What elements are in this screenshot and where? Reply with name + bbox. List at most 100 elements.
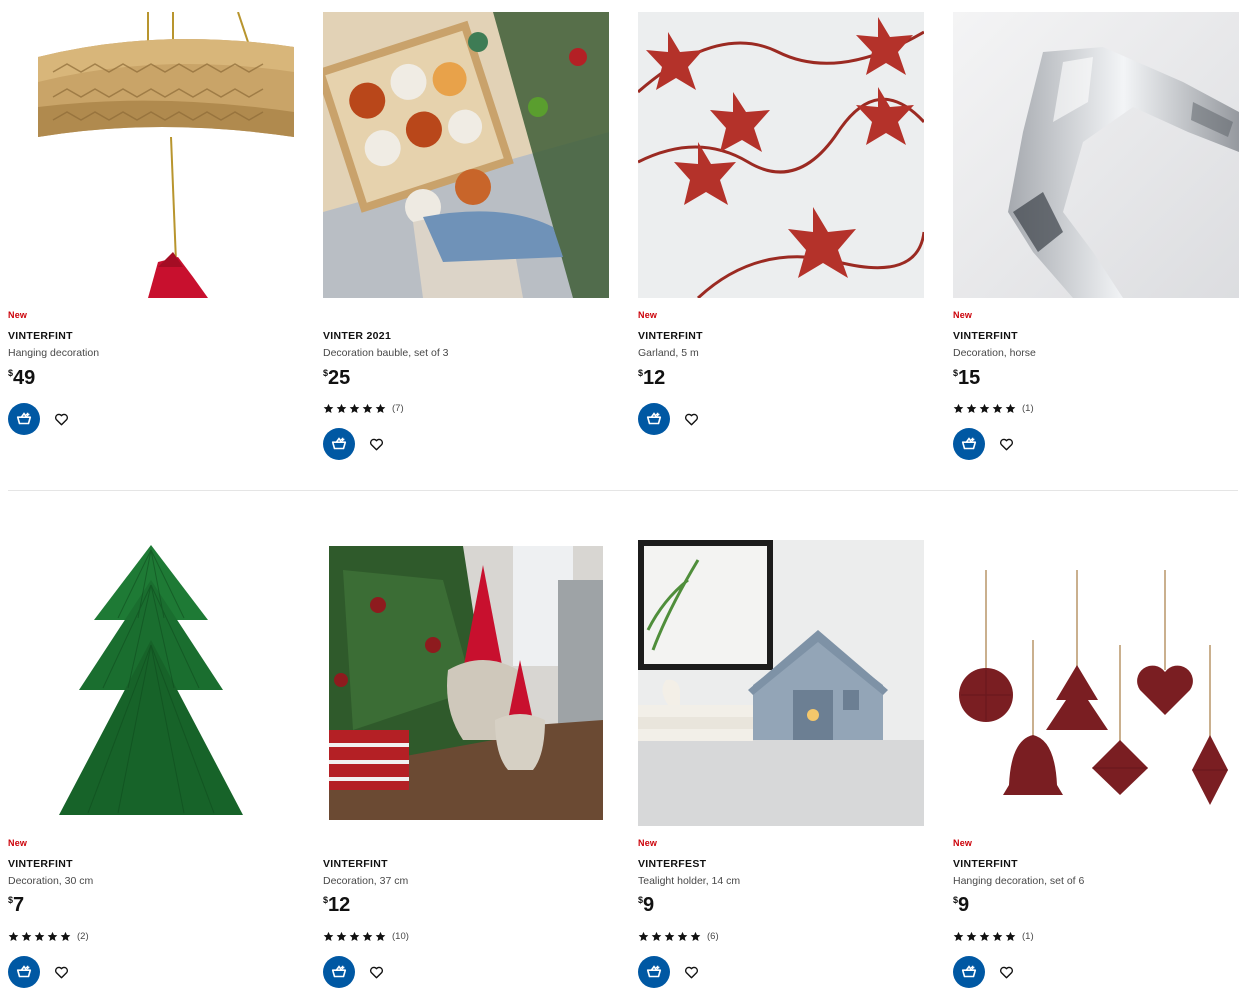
favourite-button[interactable] [682, 963, 700, 981]
favourite-button[interactable] [367, 435, 385, 453]
product-image[interactable] [638, 12, 924, 298]
product-description: Tealight holder, 14 cm [638, 875, 741, 887]
star-garland-image [638, 12, 924, 298]
rating-stars [323, 931, 386, 942]
currency-symbol: $ [638, 895, 644, 905]
product-rating[interactable]: (1) [953, 402, 1034, 414]
price-amount: 7 [13, 894, 25, 916]
product-name[interactable]: VINTERFINT [638, 330, 703, 342]
star-icon [349, 403, 360, 414]
currency-symbol: $ [953, 368, 959, 378]
star-icon [362, 403, 373, 414]
star-icon [953, 931, 964, 942]
honeycomb-ornaments-image [953, 540, 1239, 826]
star-icon [651, 931, 662, 942]
add-to-cart-button[interactable] [953, 428, 985, 460]
price-amount: 25 [328, 367, 351, 389]
product-rating[interactable]: (10) [323, 930, 409, 942]
paper-tree-image [8, 540, 294, 826]
product-card[interactable]: New VINTERFINT Decoration, 30 cm $7 (2) [8, 540, 294, 996]
product-name[interactable]: VINTER 2021 [323, 330, 391, 342]
product-rating[interactable]: (1) [953, 930, 1034, 942]
star-icon [323, 403, 334, 414]
product-name[interactable]: VINTERFEST [638, 858, 706, 870]
product-card[interactable]: New VINTERFINT Hanging decoration, set o… [953, 540, 1239, 996]
product-description: Garland, 5 m [638, 347, 699, 359]
product-image[interactable] [8, 12, 294, 298]
favourite-button[interactable] [367, 963, 385, 981]
star-icon [336, 931, 347, 942]
star-icon [966, 931, 977, 942]
price-amount: 9 [643, 894, 655, 916]
product-price: $49 [8, 368, 35, 388]
product-image[interactable] [953, 540, 1239, 826]
product-card[interactable]: VINTER 2021 Decoration bauble, set of 3 … [323, 12, 609, 472]
heart-icon [684, 413, 698, 425]
add-to-cart-button[interactable] [638, 403, 670, 435]
star-icon [966, 403, 977, 414]
add-to-cart-button[interactable] [323, 428, 355, 460]
favourite-button[interactable] [52, 963, 70, 981]
add-to-cart-button[interactable] [323, 956, 355, 988]
row-divider [8, 490, 1238, 491]
star-icon [34, 931, 45, 942]
star-icon [690, 931, 701, 942]
favourite-button[interactable] [997, 963, 1015, 981]
rating-count: (2) [77, 930, 89, 942]
product-card[interactable]: New VINTERFINT Hanging decoration $49 [8, 12, 294, 452]
product-rating[interactable]: (7) [323, 402, 404, 414]
favourite-button[interactable] [682, 410, 700, 428]
product-image[interactable] [323, 540, 609, 826]
add-to-cart-button[interactable] [638, 956, 670, 988]
rating-stars [8, 931, 71, 942]
product-name[interactable]: VINTERFINT [323, 858, 388, 870]
product-card[interactable]: New VINTERFINT Garland, 5 m $12 [638, 12, 924, 452]
star-icon [979, 403, 990, 414]
product-name[interactable]: VINTERFINT [953, 858, 1018, 870]
product-description: Decoration, horse [953, 347, 1036, 359]
rating-count: (6) [707, 930, 719, 942]
product-rating[interactable]: (2) [8, 930, 89, 942]
rating-count: (7) [392, 402, 404, 414]
rating-count: (10) [392, 930, 409, 942]
product-image[interactable] [638, 540, 924, 826]
add-to-cart-icon [331, 437, 347, 450]
product-name[interactable]: VINTERFINT [8, 858, 73, 870]
star-icon [323, 931, 334, 942]
product-image[interactable] [953, 12, 1239, 298]
rating-stars [953, 931, 1016, 942]
rating-stars [638, 931, 701, 942]
favourite-button[interactable] [997, 435, 1015, 453]
star-icon [362, 931, 373, 942]
product-card[interactable]: VINTERFINT Decoration, 37 cm $12 (10) [323, 540, 609, 996]
add-to-cart-button[interactable] [953, 956, 985, 988]
add-to-cart-icon [646, 412, 662, 425]
product-price: $15 [953, 368, 980, 388]
favourite-button[interactable] [52, 410, 70, 428]
star-icon [21, 931, 32, 942]
currency-symbol: $ [638, 368, 644, 378]
heart-icon [369, 438, 383, 450]
add-to-cart-button[interactable] [8, 403, 40, 435]
product-image[interactable] [8, 540, 294, 826]
star-icon [349, 931, 360, 942]
product-card[interactable]: New VINTERFEST Tealight holder, 14 cm $9… [638, 540, 924, 996]
star-icon [953, 403, 964, 414]
star-icon [375, 931, 386, 942]
star-icon [992, 403, 1003, 414]
star-icon [336, 403, 347, 414]
hanging-wreath-image [8, 12, 294, 298]
star-icon [638, 931, 649, 942]
star-icon [47, 931, 58, 942]
price-amount: 49 [13, 367, 36, 389]
add-to-cart-button[interactable] [8, 956, 40, 988]
product-name[interactable]: VINTERFINT [953, 330, 1018, 342]
currency-symbol: $ [323, 895, 329, 905]
product-name[interactable]: VINTERFINT [8, 330, 73, 342]
product-image[interactable] [323, 12, 609, 298]
product-card[interactable]: New VINTERFINT Decoration, horse $15 (1) [953, 12, 1239, 472]
product-description: Decoration bauble, set of 3 [323, 347, 449, 359]
product-rating[interactable]: (6) [638, 930, 719, 942]
new-badge: New [953, 310, 973, 320]
star-icon [1005, 403, 1016, 414]
